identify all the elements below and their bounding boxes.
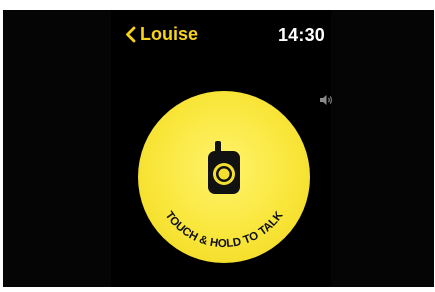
back-button[interactable]: Louise	[125, 24, 198, 45]
svg-text:TOUCH & HOLD TO TALK: TOUCH & HOLD TO TALK	[162, 209, 285, 250]
back-label: Louise	[140, 24, 199, 44]
left-margin	[3, 10, 111, 287]
speaker-volume-icon	[320, 95, 332, 105]
watch-display: Louise 14:30 TOUCH & HOLD TO TALK	[111, 10, 332, 287]
talk-button[interactable]: TOUCH & HOLD TO TALK	[138, 91, 310, 263]
right-margin	[331, 10, 434, 287]
walkie-talkie-screen: Louise 14:30 TOUCH & HOLD TO TALK	[3, 10, 434, 287]
chevron-left-icon	[126, 26, 136, 43]
talk-label-text: TOUCH & HOLD TO TALK	[162, 209, 285, 250]
talk-button-label: TOUCH & HOLD TO TALK	[162, 209, 285, 250]
clock-time: 14:30	[277, 25, 325, 45]
